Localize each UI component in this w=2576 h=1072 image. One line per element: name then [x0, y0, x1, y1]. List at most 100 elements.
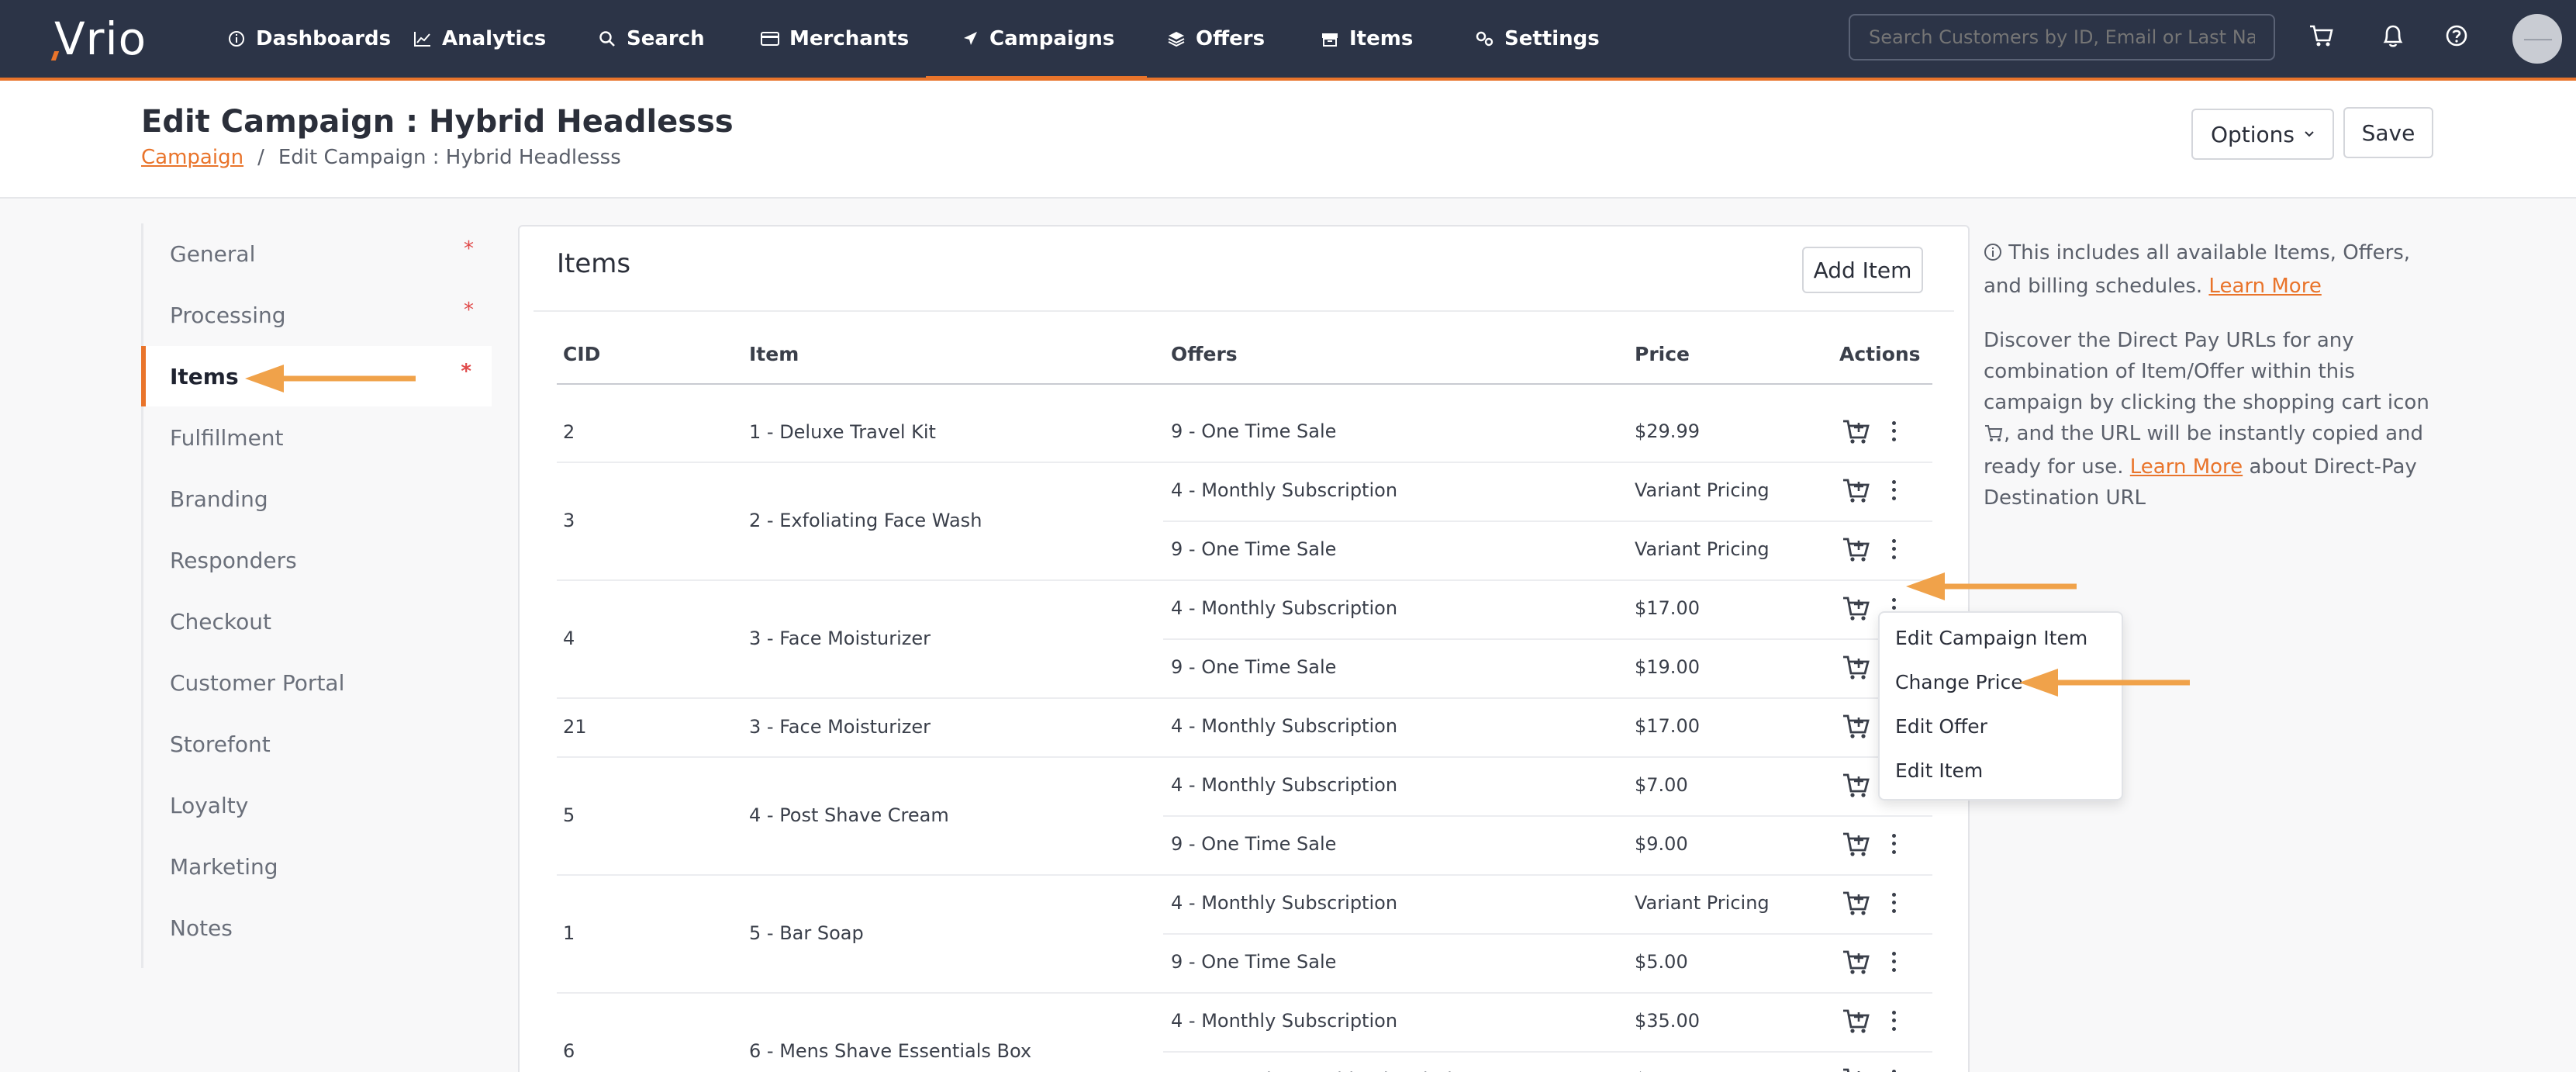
arrow-left-icon — [2019, 669, 2190, 697]
offer-cell: 9 - One Time Sale — [1171, 951, 1337, 973]
offer-cell: 5 - 3-Month Prepaid Subscription — [1171, 1069, 1476, 1072]
info-paragraph-2: Discover the Direct Pay URLs for any com… — [1984, 329, 2429, 510]
cid-cell: 5 — [563, 804, 575, 826]
row-divider — [1163, 520, 1932, 522]
line-chart-icon — [411, 30, 434, 47]
sidebar-item-loyalty[interactable]: Loyalty — [143, 775, 494, 835]
menu-edit-campaign-item[interactable]: Edit Campaign Item — [1895, 627, 2087, 649]
sidebar-item-checkout[interactable]: Checkout — [143, 591, 494, 652]
info-circle-icon — [1984, 240, 2002, 271]
price-cell: $17.00 — [1635, 715, 1700, 737]
cart-plus-icon[interactable] — [1841, 769, 1872, 801]
menu-change-price[interactable]: Change Price — [1895, 671, 2023, 693]
kebab-menu-icon[interactable] — [1886, 946, 1901, 977]
bell-icon[interactable] — [2376, 19, 2410, 53]
sidebar-item-branding[interactable]: Branding — [143, 469, 494, 529]
learn-more-link[interactable]: Learn More — [2208, 275, 2321, 298]
price-cell: $7.00 — [1635, 774, 1688, 796]
breadcrumb-separator: / — [257, 146, 264, 169]
cart-plus-icon[interactable] — [1841, 475, 1872, 506]
cid-cell: 4 — [563, 628, 575, 649]
cart-plus-icon[interactable] — [1841, 887, 1872, 918]
nav-dashboards[interactable]: Dashboards — [225, 0, 391, 78]
kebab-menu-icon[interactable] — [1886, 1005, 1901, 1036]
sidebar-item-general[interactable]: General * — [143, 223, 494, 284]
cart-plus-icon[interactable] — [1841, 828, 1872, 859]
row-divider — [1163, 638, 1932, 640]
kebab-menu-icon[interactable] — [1886, 887, 1901, 918]
cart-plus-icon[interactable] — [1841, 1005, 1872, 1036]
kebab-menu-icon[interactable] — [1886, 534, 1901, 565]
offer-cell: 4 - Monthly Subscription — [1171, 715, 1398, 737]
row-divider — [1163, 1051, 1932, 1053]
nav-campaigns[interactable]: Campaigns — [925, 0, 1148, 81]
row-divider — [1163, 933, 1932, 935]
panel-divider — [534, 310, 1954, 312]
kebab-menu-icon[interactable] — [1886, 828, 1901, 859]
row-divider — [557, 756, 1932, 758]
row-actions-menu: Edit Campaign Item Change Price Edit Off… — [1878, 611, 2123, 801]
add-item-button[interactable]: Add Item — [1802, 247, 1923, 293]
sidebar-item-fulfillment[interactable]: Fulfillment — [143, 407, 494, 468]
cart-plus-icon[interactable] — [1841, 652, 1872, 683]
price-cell: Variant Pricing — [1635, 538, 1770, 560]
vrio-logo[interactable]: Vrio — [54, 12, 147, 65]
kebab-menu-icon[interactable] — [1886, 1064, 1901, 1072]
cart-plus-icon[interactable] — [1841, 416, 1872, 447]
sidebar-item-marketing[interactable]: Marketing — [143, 836, 494, 897]
nav-offers[interactable]: Offers — [1165, 0, 1265, 78]
info-panel: This includes all available Items, Offer… — [1984, 237, 2441, 537]
help-icon[interactable] — [2440, 19, 2474, 53]
price-cell: $17.00 — [1635, 597, 1700, 619]
offer-cell: 4 - Monthly Subscription — [1171, 774, 1398, 796]
row-divider — [557, 697, 1932, 699]
cart-plus-icon[interactable] — [1841, 534, 1872, 565]
price-cell: Variant Pricing — [1635, 892, 1770, 914]
global-search-input[interactable] — [1849, 14, 2275, 61]
cid-cell: 1 — [563, 922, 575, 944]
learn-more-direct-pay-link[interactable]: Learn More — [2130, 455, 2243, 479]
save-button[interactable]: Save — [2343, 107, 2433, 158]
sidebar-item-processing[interactable]: Processing * — [143, 285, 494, 345]
menu-edit-item[interactable]: Edit Item — [1895, 759, 1983, 782]
page-header: Edit Campaign : Hybrid Headlesss Campaig… — [0, 81, 2576, 199]
cart-plus-icon[interactable] — [1841, 1064, 1872, 1072]
sidebar-item-customer-portal[interactable]: Customer Portal — [143, 652, 494, 713]
price-cell: $29.99 — [1635, 420, 1700, 442]
cid-cell: 2 — [563, 421, 575, 443]
offer-cell: 9 - One Time Sale — [1171, 833, 1337, 855]
nav-settings[interactable]: Settings — [1473, 0, 1600, 78]
item-cell: 1 - Deluxe Travel Kit — [749, 421, 936, 443]
box-icon — [1318, 30, 1342, 47]
kebab-menu-icon[interactable] — [1886, 416, 1901, 447]
sidebar-item-storefont[interactable]: Storefont — [143, 714, 494, 774]
offer-cell: 9 - One Time Sale — [1171, 538, 1337, 560]
nav-analytics[interactable]: Analytics — [411, 0, 546, 78]
top-navbar: Vrio Dashboards Analytics Search Merchan… — [0, 0, 2576, 81]
price-cell: $35.00 — [1635, 1010, 1700, 1032]
sidebar-item-notes[interactable]: Notes — [143, 897, 494, 958]
cart-plus-icon[interactable] — [1841, 711, 1872, 742]
nav-merchants[interactable]: Merchants — [758, 0, 909, 78]
row-divider — [1163, 815, 1932, 817]
cart-plus-icon[interactable] — [1841, 946, 1872, 977]
item-cell: 3 - Face Moisturizer — [749, 628, 931, 649]
nav-search[interactable]: Search — [596, 0, 705, 78]
nav-items[interactable]: Items — [1318, 0, 1413, 78]
info-paragraph-1: This includes all available Items, Offer… — [1984, 240, 2411, 298]
menu-edit-offer[interactable]: Edit Offer — [1895, 715, 1987, 738]
sidebar-item-responders[interactable]: Responders — [143, 530, 494, 590]
price-cell: $19.00 — [1635, 656, 1700, 678]
kebab-menu-icon[interactable] — [1886, 475, 1901, 506]
row-divider — [557, 462, 1932, 463]
user-avatar[interactable]: —— — [2512, 14, 2562, 64]
settings-sidebar: General * Processing * Items * Fulfillment … — [141, 223, 492, 968]
breadcrumb-campaign-link[interactable]: Campaign — [141, 146, 243, 169]
offer-cell: 9 - One Time Sale — [1171, 656, 1337, 678]
breadcrumb-current: Edit Campaign : Hybrid Headlesss — [278, 146, 621, 169]
cart-plus-icon[interactable] — [1841, 593, 1872, 624]
cart-icon[interactable] — [2305, 19, 2339, 53]
required-marker: * — [461, 360, 471, 383]
options-dropdown-button[interactable]: Options — [2191, 109, 2334, 160]
gears-icon — [1473, 30, 1497, 47]
